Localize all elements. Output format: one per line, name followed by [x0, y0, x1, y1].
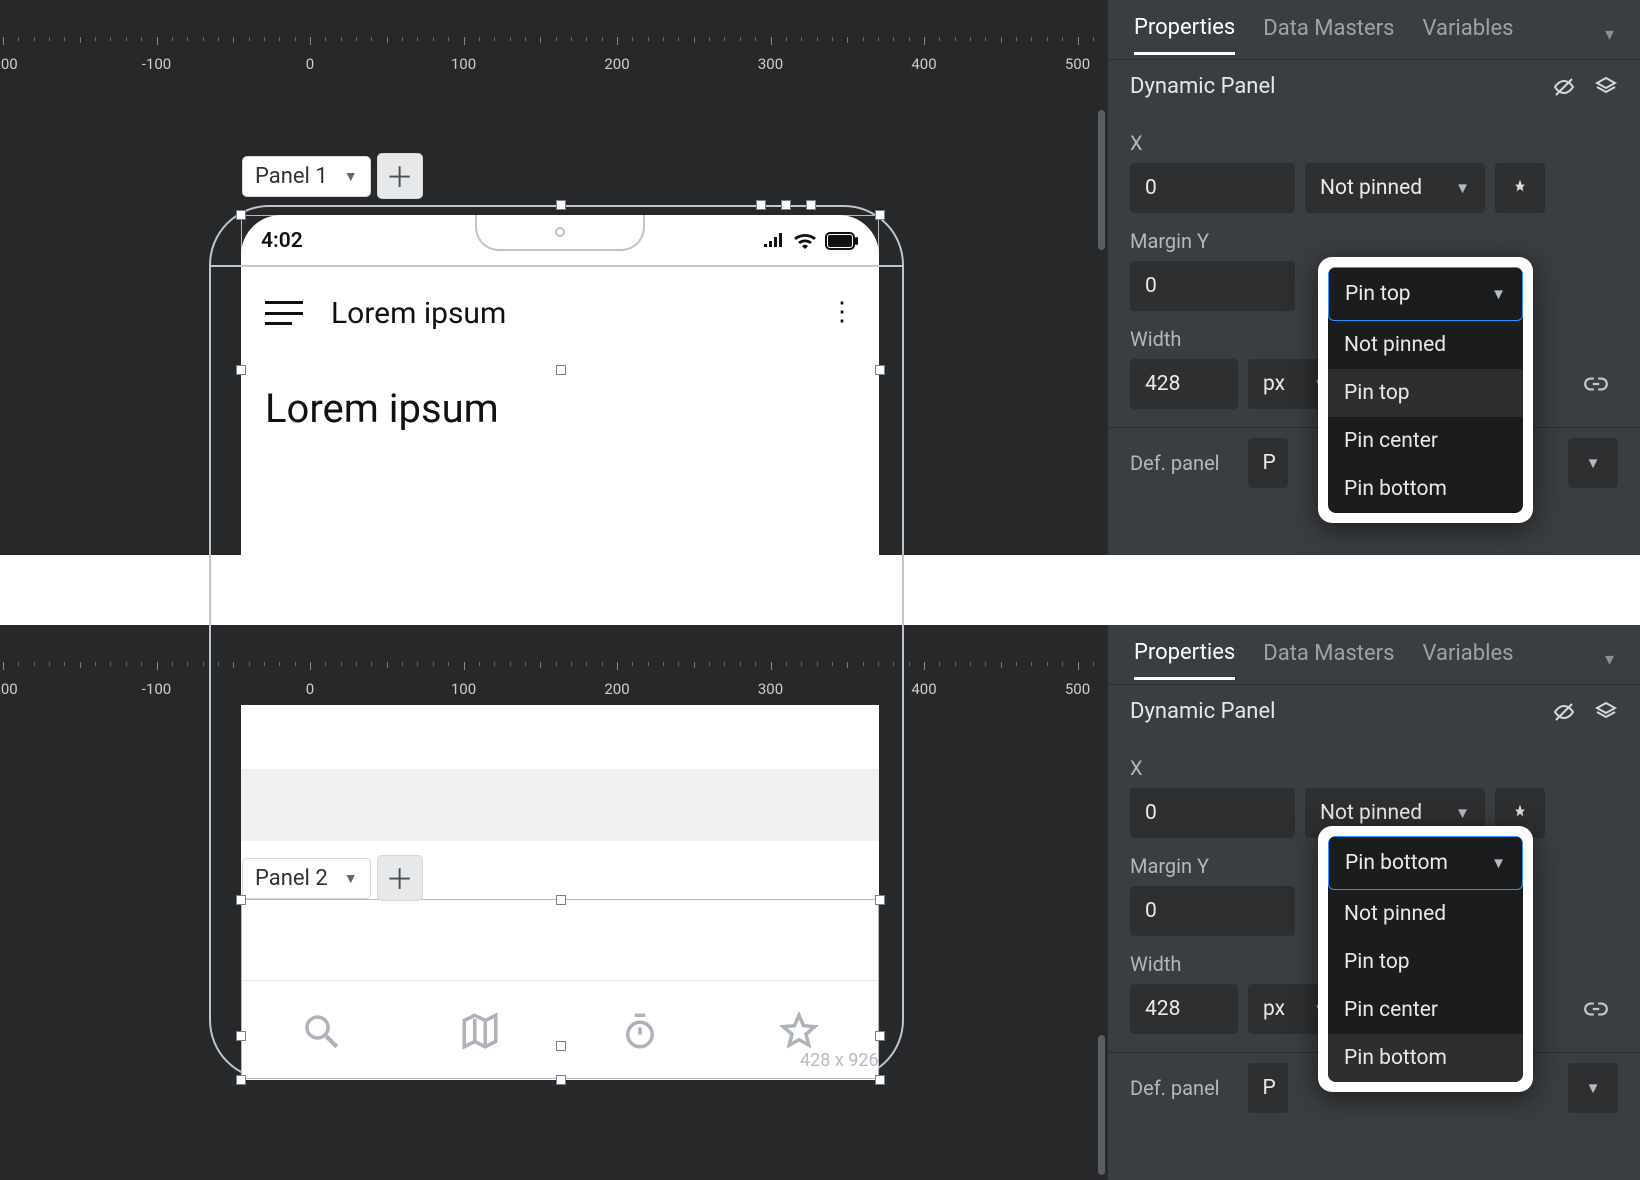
panel-switcher[interactable]: Panel 1 ▼ ＋ — [242, 153, 423, 199]
panel-select[interactable]: Panel 2 ▼ — [242, 858, 371, 899]
label-def-panel: Def. panel — [1130, 451, 1220, 475]
tab-data-masters[interactable]: Data Masters — [1263, 641, 1394, 678]
input-width[interactable]: 428 — [1130, 984, 1238, 1034]
resize-handle[interactable] — [756, 200, 766, 210]
signal-icon — [761, 229, 785, 253]
pin-dropdown[interactable]: Pin top ▼ Not pinnedPin topPin centerPin… — [1318, 257, 1533, 523]
panel-select-label: Panel 1 — [255, 164, 328, 189]
tab-data-masters[interactable]: Data Masters — [1263, 16, 1394, 53]
input-x[interactable]: 0 — [1130, 163, 1295, 213]
input-margin-y[interactable]: 0 — [1130, 886, 1295, 936]
pin-option[interactable]: Pin bottom — [1328, 465, 1523, 513]
chevron-down-icon: ▼ — [1586, 454, 1601, 472]
select-x-pin[interactable]: Not pinned ▼ — [1305, 163, 1485, 213]
resize-handle[interactable] — [556, 1041, 566, 1051]
resize-handle[interactable] — [781, 200, 791, 210]
layers-icon[interactable] — [1594, 700, 1618, 724]
chevron-down-icon: ▼ — [1586, 1079, 1601, 1097]
resize-handle[interactable] — [875, 895, 885, 905]
add-panel-button[interactable]: ＋ — [377, 153, 423, 199]
input-margin-y[interactable]: 0 — [1130, 261, 1295, 311]
panel-select[interactable]: Panel 1 ▼ — [242, 156, 371, 197]
pin-dropdown-selected[interactable]: Pin top ▼ — [1328, 267, 1523, 321]
resize-handle[interactable] — [236, 210, 246, 220]
resize-handle[interactable] — [875, 1075, 885, 1085]
link-dimensions-button[interactable] — [1574, 362, 1618, 406]
canvas-scrollbar[interactable] — [1098, 735, 1105, 1160]
resize-handle[interactable] — [556, 200, 566, 210]
def-panel-extra[interactable]: ▼ — [1568, 1063, 1618, 1113]
properties-sidebar: Properties Data Masters Variables ▾ Dyna… — [1107, 0, 1640, 555]
def-panel-extra[interactable]: ▼ — [1568, 438, 1618, 488]
input-x[interactable]: 0 — [1130, 788, 1295, 838]
element-header: Dynamic Panel — [1108, 60, 1640, 113]
chevron-down-icon: ▼ — [1491, 854, 1506, 872]
sidebar-tabs: Properties Data Masters Variables ▾ — [1108, 0, 1640, 60]
layers-icon[interactable] — [1594, 75, 1618, 99]
tab-variables[interactable]: Variables — [1422, 16, 1513, 53]
battery-icon — [825, 232, 859, 250]
pin-option[interactable]: Not pinned — [1328, 321, 1523, 369]
selection-outline — [241, 899, 879, 1079]
tab-properties[interactable]: Properties — [1134, 640, 1235, 680]
canvas-bottom[interactable]: -200-1000100200300400500 Pan — [0, 625, 1107, 1180]
add-panel-button[interactable]: ＋ — [377, 855, 423, 901]
element-name: Dynamic Panel — [1130, 74, 1275, 99]
pin-option[interactable]: Pin center — [1328, 986, 1523, 1034]
element-header: Dynamic Panel — [1108, 685, 1640, 738]
resize-handle[interactable] — [556, 1075, 566, 1085]
select-def-panel[interactable]: P — [1248, 1063, 1288, 1113]
panel-switcher[interactable]: Panel 2 ▼ ＋ — [242, 855, 423, 901]
pin-icon — [1510, 803, 1530, 823]
tab-properties[interactable]: Properties — [1134, 15, 1235, 55]
resize-handle[interactable] — [236, 1075, 246, 1085]
input-width[interactable]: 428 — [1130, 359, 1238, 409]
link-icon — [1583, 996, 1609, 1022]
tabs-overflow-icon[interactable]: ▾ — [1605, 24, 1614, 45]
label-x: X — [1130, 756, 1618, 780]
resize-handle[interactable] — [236, 1031, 246, 1041]
pin-option[interactable]: Pin center — [1328, 417, 1523, 465]
link-icon — [1583, 371, 1609, 397]
resize-handle[interactable] — [236, 895, 246, 905]
pin-option[interactable]: Pin top — [1328, 938, 1523, 986]
status-time: 4:02 — [261, 229, 303, 253]
resize-handle[interactable] — [875, 1031, 885, 1041]
link-dimensions-button[interactable] — [1574, 987, 1618, 1031]
label-def-panel: Def. panel — [1130, 1076, 1220, 1100]
chevron-down-icon: ▼ — [344, 168, 358, 185]
status-icons — [761, 229, 859, 253]
properties-sidebar: Properties Data Masters Variables ▾ Dyna… — [1107, 625, 1640, 1180]
chevron-down-icon: ▼ — [1455, 804, 1470, 822]
pin-option[interactable]: Pin top — [1328, 369, 1523, 417]
canvas-scrollbar[interactable] — [1098, 110, 1105, 535]
pin-button[interactable] — [1495, 163, 1545, 213]
pin-dropdown-selected[interactable]: Pin bottom ▼ — [1328, 836, 1523, 890]
selection-size-label: 428 x 926 — [800, 1050, 879, 1071]
chevron-down-icon: ▼ — [1455, 179, 1470, 197]
label-margin-y: Margin Y — [1130, 229, 1618, 253]
tabs-overflow-icon[interactable]: ▾ — [1605, 649, 1614, 670]
chevron-down-icon: ▼ — [1491, 285, 1506, 303]
label-x: X — [1130, 131, 1618, 155]
wifi-icon — [793, 229, 817, 253]
panel-select-label: Panel 2 — [255, 866, 328, 891]
select-def-panel[interactable]: P — [1248, 438, 1288, 488]
tab-variables[interactable]: Variables — [1422, 641, 1513, 678]
pin-icon — [1510, 178, 1530, 198]
pin-option[interactable]: Pin bottom — [1328, 1034, 1523, 1082]
element-name: Dynamic Panel — [1130, 699, 1275, 724]
resize-handle[interactable] — [875, 210, 885, 220]
pin-dropdown[interactable]: Pin bottom ▼ Not pinnedPin topPin center… — [1318, 826, 1533, 1092]
chevron-down-icon: ▼ — [344, 870, 358, 887]
hidden-icon[interactable] — [1552, 75, 1576, 99]
resize-handle[interactable] — [806, 200, 816, 210]
sidebar-tabs: Properties Data Masters Variables ▾ — [1108, 625, 1640, 685]
phone-statusbar: 4:02 — [241, 221, 879, 261]
pin-option[interactable]: Not pinned — [1328, 890, 1523, 938]
resize-handle[interactable] — [556, 895, 566, 905]
hidden-icon[interactable] — [1552, 700, 1576, 724]
horizontal-ruler: -200-1000100200300400500 — [0, 37, 1107, 77]
